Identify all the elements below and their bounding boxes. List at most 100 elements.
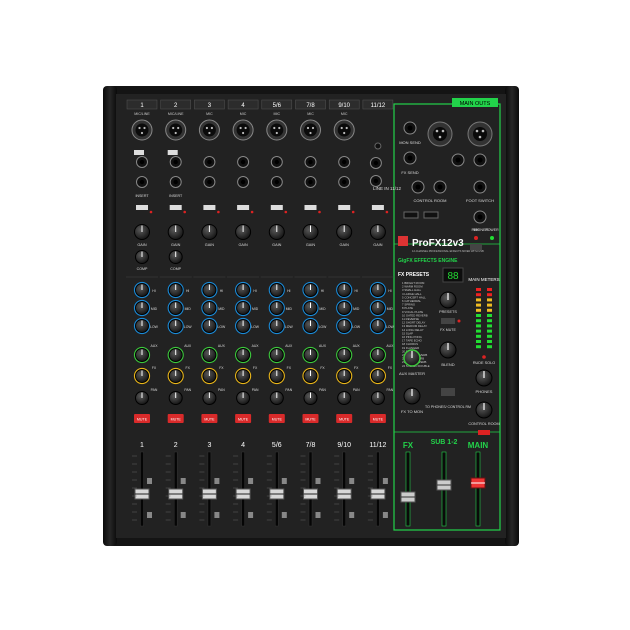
solo-switch[interactable] xyxy=(180,512,186,518)
eq-mid-knob[interactable] xyxy=(268,299,285,317)
low-cut-switch[interactable] xyxy=(270,205,283,210)
eq-hi-knob[interactable] xyxy=(302,281,319,299)
eq-mid-knob[interactable] xyxy=(302,299,319,317)
eq-mid-knob[interactable] xyxy=(369,299,386,317)
low-cut-switch[interactable] xyxy=(338,205,351,210)
comp-knob[interactable] xyxy=(135,250,149,264)
aux-send-knob[interactable] xyxy=(336,346,353,364)
aux-send-knob[interactable] xyxy=(201,346,218,364)
line-in-jack[interactable] xyxy=(136,176,148,188)
assign-switch[interactable] xyxy=(180,478,186,484)
line-in-jack[interactable] xyxy=(270,156,283,168)
low-cut-switch[interactable] xyxy=(371,205,384,210)
fx-send-knob[interactable] xyxy=(133,367,151,385)
fx-send-knob[interactable] xyxy=(201,367,218,385)
solo-switch[interactable] xyxy=(248,512,254,518)
mute-button[interactable]: MUTE xyxy=(369,414,386,423)
pan-knob[interactable] xyxy=(202,391,217,405)
pan-knob[interactable] xyxy=(269,391,284,405)
assign-switch[interactable] xyxy=(315,478,321,484)
break-button[interactable] xyxy=(478,430,490,435)
low-cut-switch[interactable] xyxy=(237,205,250,210)
line-in-jack[interactable] xyxy=(304,156,317,168)
line-in-jack[interactable] xyxy=(270,176,283,188)
line-in-jack[interactable] xyxy=(203,176,216,188)
low-cut-switch[interactable] xyxy=(136,205,148,210)
solo-switch[interactable] xyxy=(315,512,321,518)
eq-low-knob[interactable] xyxy=(369,317,386,335)
fx-send-knob[interactable] xyxy=(167,367,184,385)
fx-send-knob[interactable] xyxy=(268,367,285,385)
assign-switch[interactable] xyxy=(382,478,388,484)
low-cut-switch[interactable] xyxy=(304,205,317,210)
xlr-input-jack[interactable] xyxy=(131,119,153,141)
pan-knob[interactable] xyxy=(168,391,183,405)
eq-hi-knob[interactable] xyxy=(336,281,353,299)
gain-knob[interactable] xyxy=(336,224,353,240)
channel-fader[interactable] xyxy=(269,488,285,500)
eq-mid-knob[interactable] xyxy=(336,299,353,317)
aux-send-knob[interactable] xyxy=(235,346,252,364)
solo-switch[interactable] xyxy=(349,512,355,518)
channel-fader[interactable] xyxy=(201,488,217,500)
aux-send-knob[interactable] xyxy=(268,346,285,364)
fx-send-knob[interactable] xyxy=(302,367,319,385)
fx-send-knob[interactable] xyxy=(369,367,386,385)
mute-button[interactable]: MUTE xyxy=(336,414,353,423)
pan-knob[interactable] xyxy=(303,391,318,405)
eq-low-knob[interactable] xyxy=(268,317,285,335)
fx-send-knob[interactable] xyxy=(235,367,252,385)
line-in-jack[interactable] xyxy=(374,142,382,150)
mute-button[interactable]: MUTE xyxy=(268,414,285,423)
xlr-input-jack[interactable] xyxy=(333,119,355,141)
assign-switch[interactable] xyxy=(214,478,220,484)
channel-fader[interactable] xyxy=(303,488,318,500)
48v-switch[interactable] xyxy=(470,244,482,250)
eq-low-knob[interactable] xyxy=(302,317,319,335)
to-phones-switch[interactable] xyxy=(441,388,455,396)
channel-fader[interactable] xyxy=(235,488,251,500)
mute-button[interactable]: MUTE xyxy=(235,414,252,423)
pan-knob[interactable] xyxy=(236,391,251,405)
eq-hi-knob[interactable] xyxy=(235,281,252,299)
channel-fader[interactable] xyxy=(336,488,352,500)
aux-send-knob[interactable] xyxy=(167,346,184,364)
low-cut-switch[interactable] xyxy=(203,205,216,210)
eq-mid-knob[interactable] xyxy=(133,299,151,317)
eq-hi-knob[interactable] xyxy=(167,281,184,299)
xlr-input-jack[interactable] xyxy=(266,119,288,141)
low-cut-switch[interactable] xyxy=(169,205,182,210)
aux-send-knob[interactable] xyxy=(302,346,319,364)
solo-switch[interactable] xyxy=(147,512,152,518)
eq-hi-knob[interactable] xyxy=(268,281,285,299)
line-in-jack[interactable] xyxy=(304,176,317,188)
mute-button[interactable]: MUTE xyxy=(302,414,319,423)
assign-switch[interactable] xyxy=(147,478,152,484)
channel-fader[interactable] xyxy=(168,488,184,500)
mute-button[interactable]: MUTE xyxy=(201,414,218,423)
pan-knob[interactable] xyxy=(337,391,352,405)
eq-hi-knob[interactable] xyxy=(369,281,386,299)
line-in-jack[interactable] xyxy=(369,175,382,187)
xlr-input-jack[interactable] xyxy=(198,119,220,141)
pan-knob[interactable] xyxy=(135,391,149,405)
assign-switch[interactable] xyxy=(349,478,355,484)
gain-knob[interactable] xyxy=(201,224,218,240)
hi-z-switch[interactable] xyxy=(134,150,144,155)
eq-mid-knob[interactable] xyxy=(167,299,184,317)
assign-switch[interactable] xyxy=(248,478,254,484)
gain-knob[interactable] xyxy=(235,224,252,240)
pan-knob[interactable] xyxy=(370,391,385,405)
xlr-input-jack[interactable] xyxy=(232,119,254,141)
solo-switch[interactable] xyxy=(214,512,220,518)
line-in-jack[interactable] xyxy=(237,156,250,168)
eq-mid-knob[interactable] xyxy=(201,299,218,317)
solo-switch[interactable] xyxy=(281,512,287,518)
line-in-jack[interactable] xyxy=(369,157,382,169)
eq-low-knob[interactable] xyxy=(235,317,252,335)
eq-hi-knob[interactable] xyxy=(201,281,218,299)
line-in-jack[interactable] xyxy=(338,176,351,188)
xlr-input-jack[interactable] xyxy=(300,119,321,141)
channel-fader[interactable] xyxy=(370,488,386,500)
aux-send-knob[interactable] xyxy=(133,346,151,364)
